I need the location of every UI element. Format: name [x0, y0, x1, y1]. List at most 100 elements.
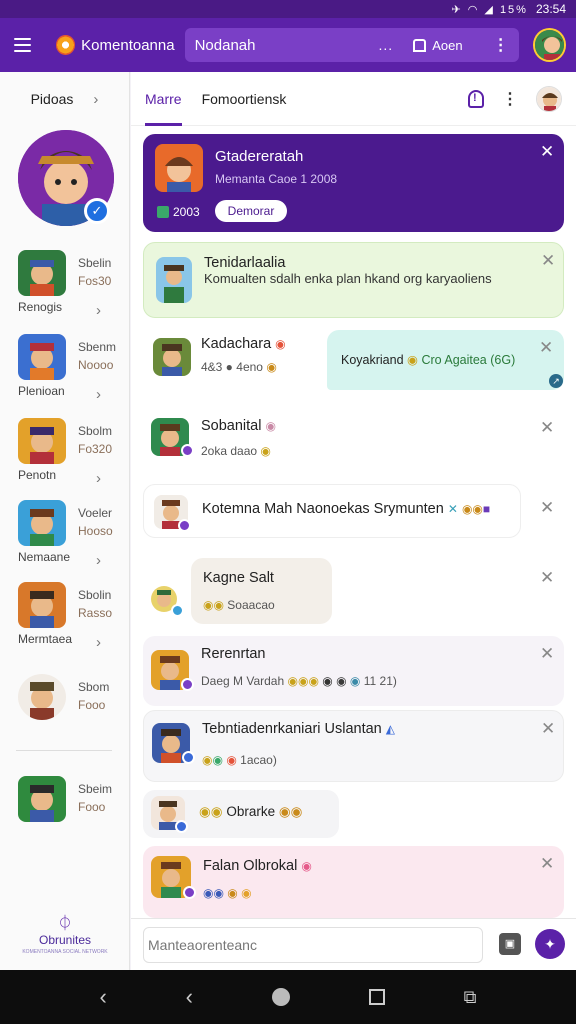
tip-card[interactable]: Tenidarlaalia Komualten sdalh enka plan … [143, 242, 564, 318]
sidebar-item-caption: Nemaane [18, 550, 71, 564]
chevron-right-icon[interactable]: › [93, 91, 98, 108]
emoji-icon: ◉ [266, 360, 277, 374]
chevron-right-icon[interactable]: › [96, 552, 101, 569]
feed-item-4[interactable]: Kagne Salt ◉◉ Soaacao [191, 558, 332, 624]
status-badge [178, 519, 191, 532]
sidebar-item-meta: Voeler Hooso [78, 506, 113, 538]
verified-icon: ✓ [84, 198, 110, 224]
status-badge [171, 604, 184, 617]
sidebar-item-7[interactable]: Sbeim Fooo [0, 776, 130, 856]
close-icon[interactable]: ✕ [540, 644, 554, 664]
sidebar-item-4[interactable]: Voeler Hooso Nemaane › [0, 500, 130, 580]
notification-icon[interactable] [468, 90, 484, 108]
app-bar: Komentoanna Nodanah ... Aoen ⋮ [0, 18, 576, 72]
close-icon[interactable]: ✕ [540, 568, 554, 588]
close-icon[interactable]: ✕ [541, 251, 555, 271]
close-icon[interactable]: ✕ [540, 498, 554, 518]
hero-card[interactable]: Gtadereratah Memanta Caoe 1 2008 2003 De… [143, 134, 564, 232]
home-button-icon[interactable] [271, 988, 290, 1006]
feed-item-6[interactable]: Tebntiadenrkaniari Uslantan ◭ ◉◉ ◉ 1acao… [143, 710, 564, 782]
close-icon[interactable]: ✕ [540, 142, 554, 162]
sidebar-header-label: Pidoas [30, 91, 74, 107]
feed-item-name: Kagne Salt [203, 570, 274, 586]
emoji-icon: ◉◉ [203, 886, 224, 900]
feed-item-name: Sobanital ◉ [201, 418, 276, 434]
chevron-right-icon[interactable]: › [96, 302, 101, 319]
sidebar: Pidoas › ✓ Sbelin Fos30 Renogis › Sbenm No… [0, 72, 130, 970]
emoji-icon: ◉ [336, 674, 347, 688]
close-icon[interactable]: ✕ [540, 854, 554, 874]
feed-item-2[interactable]: Sobanital ◉ 2oka daao ◉ ✕ [143, 404, 564, 470]
sidebar-brand-label: Obrunites [38, 933, 92, 947]
more-icon[interactable]: ⋮ [502, 89, 518, 109]
sidebar-item-meta: Sbolm Fo320 [78, 424, 113, 456]
user-avatar[interactable] [532, 28, 567, 62]
emoji-icon: ◉◉ [199, 804, 223, 819]
send-icon[interactable]: ✦ [535, 929, 565, 959]
message-input[interactable]: Manteaorenteanc [143, 927, 483, 963]
home-icon[interactable] [413, 38, 427, 52]
menu-icon[interactable] [14, 33, 38, 57]
sidebar-brand-tagline: KOMENTOANNA SOCIAL NETWORK [22, 949, 108, 955]
status-badge [175, 820, 188, 833]
status-time: 23:54 [535, 2, 566, 16]
status-badge [182, 751, 195, 764]
sidebar-item-caption: Penotn [18, 468, 57, 482]
back-icon[interactable]: ‹ [99, 984, 106, 1010]
emoji-icon: ◉◉ [278, 804, 303, 819]
screenshot-icon[interactable]: ⧉ [464, 987, 477, 1008]
chevron-right-icon[interactable]: › [96, 634, 101, 651]
feed-item-7[interactable]: ◉◉ Obrarke ◉◉ [143, 790, 339, 838]
emoji-icon: ◉ [202, 753, 213, 767]
feed-item-3[interactable]: Kotemna Mah Naonoekas Srymunten ✕ ◉◉■ [143, 484, 521, 538]
chevron-right-icon[interactable]: › [96, 470, 101, 487]
sidebar-item-thumb [18, 418, 66, 464]
hero-title: Gtadereratah [215, 148, 304, 165]
share-icon[interactable]: ↗ [549, 374, 563, 388]
emoji-icon: ◉ [227, 886, 238, 900]
search-kebab-icon[interactable]: ⋮ [493, 35, 509, 55]
brand-logo-icon [55, 35, 76, 55]
tab-marre[interactable]: Marre [145, 72, 182, 126]
sidebar-item-3[interactable]: Sbolm Fo320 Penotn › [0, 418, 130, 498]
feed-item-1[interactable]: Kadachara ◉ 4&3 ● 4eno ◉ [143, 328, 321, 390]
feed-item-5[interactable]: Rerenrtan Daeg M Vardah ◉◉◉ ◉ ◉ ◉ 11 21)… [143, 636, 564, 706]
sidebar-item-thumb [18, 334, 66, 380]
close-icon[interactable]: ✕ [541, 719, 555, 739]
recents-icon[interactable] [368, 989, 385, 1005]
sidebar-brand: ⏀ Obrunites KOMENTOANNA SOCIAL NETWORK [0, 912, 130, 955]
sidebar-item-6[interactable]: Sbom Fooo [0, 674, 130, 754]
hero-button[interactable]: Demorar [215, 200, 287, 222]
sidebar-item-5[interactable]: Sbolin Rasso Mermtaea › [0, 582, 130, 662]
emoji-icon: ◉◉ [461, 502, 483, 516]
open-label[interactable]: Aoen [432, 38, 462, 53]
reply-bubble-text: Koyakriand ◉ Cro Agaitea (6G) [341, 353, 516, 367]
feed-item-reactions: ◉◉ ◉ ◉ [203, 886, 252, 900]
reaction-icon: ◉ [275, 337, 286, 351]
sidebar-header[interactable]: Pidoas › [0, 72, 129, 126]
back-alt-icon[interactable]: ‹ [186, 984, 193, 1010]
main-panel: Marre Fomoortiensk ⋮ Gtadereratah Memant… [131, 72, 576, 970]
composer: Manteaorenteanc ▣ ✦ [131, 918, 576, 970]
sidebar-item-caption: Mermtaea [18, 632, 73, 646]
feed-item-name: Kadachara ◉ [201, 336, 286, 352]
sidebar-item-1[interactable]: Sbelin Fos30 Renogis › [0, 250, 130, 330]
sidebar-item-thumb [18, 500, 66, 546]
brand-name: Komentoanna [81, 36, 175, 54]
tab-fomoortiensk[interactable]: Fomoortiensk [202, 72, 287, 126]
search-input[interactable]: Nodanah [195, 37, 379, 54]
chevron-right-icon[interactable]: › [96, 386, 101, 403]
feed-item-avatar [153, 338, 191, 376]
status-badge [183, 886, 196, 899]
attach-icon[interactable]: ▣ [499, 933, 521, 955]
emoji-icon: ◉ [322, 674, 333, 688]
sidebar-item-thumb [18, 250, 66, 296]
close-icon[interactable]: ✕ [540, 418, 554, 438]
search-more[interactable]: ... [379, 37, 394, 53]
tab-avatar[interactable] [536, 86, 562, 112]
reply-bubble[interactable]: Koyakriand ◉ Cro Agaitea (6G) ✕ ↗ [327, 330, 564, 390]
sidebar-item-2[interactable]: Sbenm Noooo Plenioan › [0, 334, 130, 414]
feed-item-8[interactable]: Falan Olbrokal ◉ ◉◉ ◉ ◉ ✕ [143, 846, 564, 918]
close-icon[interactable]: ✕ [539, 338, 553, 358]
search-box[interactable]: Nodanah ... Aoen ⋮ [184, 28, 519, 62]
